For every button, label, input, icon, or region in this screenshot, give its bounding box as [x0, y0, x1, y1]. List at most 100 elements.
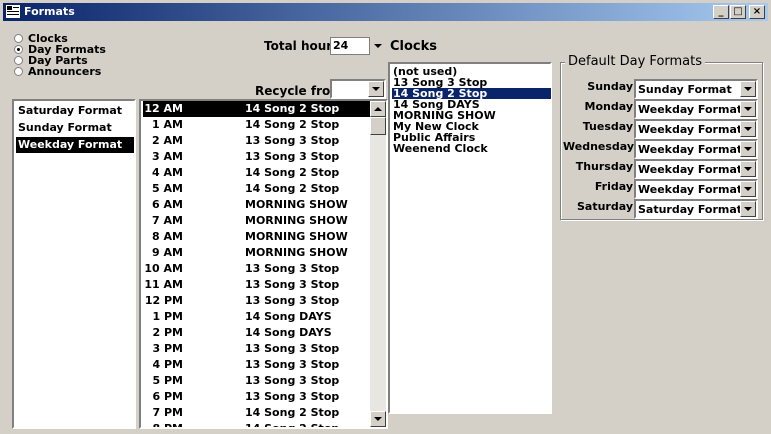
hour-label: 8 PM — [143, 421, 184, 427]
hour-row[interactable]: 3 PM 13 Song 3 Stop — [143, 341, 372, 357]
total-hours-field[interactable]: 24 — [330, 37, 370, 55]
hour-label: 2 AM — [152, 134, 183, 147]
day-label-sunday: Sunday — [587, 80, 633, 93]
hour-label: 4 AM — [152, 166, 183, 179]
day-format-dropdown-button[interactable] — [740, 141, 756, 157]
close-button[interactable]: × — [749, 5, 765, 19]
maximize-icon: □ — [733, 6, 743, 17]
format-list-item[interactable]: Sunday Format — [16, 120, 134, 136]
total-hours-combo[interactable]: 24 — [330, 37, 386, 57]
minimize-button[interactable]: _ — [713, 5, 729, 19]
chevron-up-icon — [374, 107, 382, 111]
format-list-item[interactable]: Weekday Format — [16, 137, 134, 153]
day-format-dropdown-button[interactable] — [740, 121, 756, 137]
hour-clock-list[interactable]: 12 AM 14 Song 2 Stop 1 AM 14 Song 2 Stop 2 A… — [139, 99, 388, 429]
scroll-up-button[interactable] — [370, 101, 386, 117]
day-format-dropdown-button[interactable] — [740, 181, 756, 197]
radio-button[interactable] — [14, 67, 23, 76]
title-bar[interactable]: Formats _ □ × — [3, 3, 768, 21]
hour-clock-name: 14 Song 2 Stop — [245, 421, 339, 427]
hour-row[interactable]: 8 AM MORNING SHOW — [143, 229, 372, 245]
hour-clock-name: MORNING SHOW — [245, 246, 348, 259]
hour-label: 6 PM — [152, 390, 184, 403]
hour-clock-name: MORNING SHOW — [245, 214, 348, 227]
hour-row[interactable]: 6 PM 13 Song 3 Stop — [143, 389, 372, 405]
hour-row[interactable]: 4 AM 14 Song 2 Stop — [143, 165, 372, 181]
day-format-combo-thursday[interactable]: Weekday Format — [634, 159, 758, 179]
clocks-header: Clocks — [390, 39, 438, 54]
day-format-dropdown-button[interactable] — [740, 201, 756, 217]
day-format-combo-friday[interactable]: Weekday Format — [634, 179, 758, 199]
scroll-thumb[interactable] — [370, 117, 386, 135]
day-format-combo-wednesday[interactable]: Weekday Format — [634, 139, 758, 159]
chevron-down-icon — [744, 147, 752, 151]
total-hours-dropdown-button[interactable] — [371, 39, 385, 53]
hour-list-scrollbar[interactable] — [370, 101, 386, 427]
hour-row[interactable]: 12 AM 14 Song 2 Stop — [143, 101, 372, 117]
hour-row[interactable]: 11 AM 13 Song 3 Stop — [143, 277, 372, 293]
chevron-down-icon — [372, 87, 380, 91]
hour-label: 12 AM — [144, 102, 183, 115]
hour-clock-name: MORNING SHOW — [245, 230, 348, 243]
hour-row[interactable]: 7 PM 14 Song 2 Stop — [143, 405, 372, 421]
hour-row[interactable]: 5 AM 14 Song 2 Stop — [143, 181, 372, 197]
hour-clock-name: 13 Song 3 Stop — [245, 390, 340, 403]
hour-label: 12 PM — [144, 294, 183, 307]
hour-row[interactable]: 10 AM 13 Song 3 Stop — [143, 261, 372, 277]
day-format-dropdown-button[interactable] — [740, 101, 756, 117]
chevron-down-icon — [744, 207, 752, 211]
hour-label: 3 AM — [152, 150, 183, 163]
hour-label: 10 AM — [144, 262, 183, 275]
hour-clock-name: 14 Song DAYS — [245, 326, 332, 339]
hour-row[interactable]: 3 AM 13 Song 3 Stop — [143, 149, 372, 165]
chevron-down-icon — [744, 127, 752, 131]
recycle-from-dropdown-button[interactable] — [368, 81, 384, 97]
format-list-item[interactable]: Saturday Format — [16, 103, 134, 119]
hour-clock-name: 14 Song 2 Stop — [245, 102, 340, 115]
formats-list[interactable]: Saturday Format Sunday Format Weekday Form… — [12, 99, 136, 429]
maximize-button[interactable]: □ — [730, 5, 746, 19]
hour-label: 2 PM — [152, 326, 184, 339]
hour-label: 5 AM — [152, 182, 183, 195]
hour-label: 4 PM — [152, 358, 184, 371]
day-format-combo-saturday[interactable]: Saturday Format — [634, 199, 758, 219]
day-format-combo-monday[interactable]: Weekday Format — [634, 99, 758, 119]
hour-label: 7 PM — [152, 406, 184, 419]
hour-row[interactable]: 1 PM 14 Song DAYS — [143, 309, 372, 325]
hour-clock-name: 14 Song 2 Stop — [245, 166, 340, 179]
hour-clock-name: 13 Song 3 Stop — [245, 150, 340, 163]
radio-button[interactable] — [14, 34, 23, 43]
hour-row[interactable]: 2 PM 14 Song DAYS — [143, 325, 372, 341]
day-format-combo-tuesday[interactable]: Weekday Format — [634, 119, 758, 139]
hour-label: 3 PM — [152, 342, 184, 355]
close-icon: × — [752, 6, 762, 17]
radio-button[interactable] — [14, 45, 23, 54]
day-format-value: Weekday Format — [638, 143, 743, 156]
hour-row[interactable]: 12 PM 13 Song 3 Stop — [143, 293, 372, 309]
hour-row[interactable]: 1 AM 14 Song 2 Stop — [143, 117, 372, 133]
chevron-down-icon — [744, 167, 752, 171]
recycle-from-combo[interactable] — [330, 79, 386, 99]
hour-row[interactable]: 7 AM MORNING SHOW — [143, 213, 372, 229]
hour-clock-name: 13 Song 3 Stop — [245, 278, 340, 291]
hour-label: 5 PM — [152, 374, 184, 387]
day-format-dropdown-button[interactable] — [740, 81, 756, 97]
hour-label: 8 AM — [152, 230, 183, 243]
hour-row[interactable]: 8 PM 14 Song 2 Stop — [143, 421, 372, 427]
hour-row[interactable]: 5 PM 13 Song 3 Stop — [143, 373, 372, 389]
chevron-down-icon — [744, 187, 752, 191]
radio-button[interactable] — [14, 56, 23, 65]
hour-row[interactable]: 9 AM MORNING SHOW — [143, 245, 372, 261]
day-format-combo-sunday[interactable]: Sunday Format — [634, 79, 758, 99]
day-label-tuesday: Tuesday — [582, 120, 633, 133]
scroll-down-button[interactable] — [370, 411, 386, 427]
hour-row[interactable]: 6 AM MORNING SHOW — [143, 197, 372, 213]
clock-list-item[interactable]: Weenend Clock — [392, 143, 551, 154]
day-label-wednesday: Wednesday — [563, 140, 635, 153]
hour-clock-name: 13 Song 3 Stop — [245, 358, 340, 371]
clocks-list[interactable]: (not used) 13 Song 3 Stop 14 Song 2 Stop 14… — [388, 62, 552, 414]
hour-row[interactable]: 2 AM 13 Song 3 Stop — [143, 133, 372, 149]
total-hours-value: 24 — [333, 39, 349, 52]
hour-row[interactable]: 4 PM 13 Song 3 Stop — [143, 357, 372, 373]
day-format-dropdown-button[interactable] — [740, 161, 756, 177]
